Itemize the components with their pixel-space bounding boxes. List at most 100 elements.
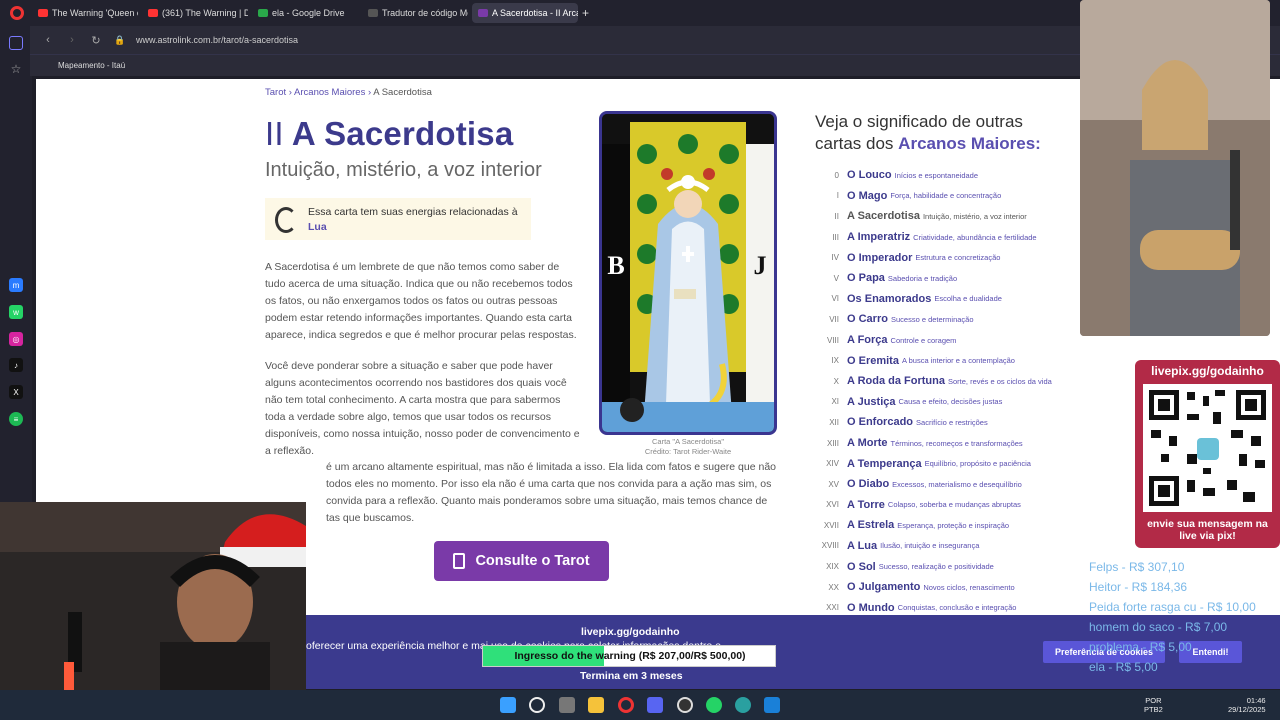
arcana-number: IV (831, 253, 839, 263)
energy-link[interactable]: Lua (308, 221, 327, 233)
page-title: II A Sacerdotisa (265, 115, 513, 153)
arcana-name: O Mundo (847, 601, 895, 614)
arcana-name: O Carro (847, 313, 888, 326)
browser-tab[interactable]: Tradutor de código Morse (362, 3, 468, 23)
app-icon[interactable] (764, 697, 780, 713)
arcana-number: X (833, 376, 839, 386)
arcana-name: A Torre (847, 498, 885, 511)
arcana-description: Força, habilidade e concentração (890, 191, 1002, 201)
url-field[interactable]: www.astrolink.com.br/tarot/a-sacerdotisa (136, 35, 298, 45)
windows-start-icon[interactable] (500, 697, 516, 713)
taskbar (0, 690, 1280, 720)
arcana-item[interactable]: XVI A Torre Colapso, soberba e mudanças ab… (815, 495, 1075, 516)
arcana-item[interactable]: II A Sacerdotisa Intuição, mistério, a voz… (815, 206, 1075, 227)
tab-label: A Sacerdotisa - II Arcano (492, 8, 578, 18)
arcana-item[interactable]: 0 O Louco Inícios e espontaneidade (815, 165, 1075, 186)
arcana-item[interactable]: XVII A Estrela Esperança, proteção e inspi… (815, 515, 1075, 536)
arcana-item[interactable]: XIV A Temperança Equilíbrio, propósito e p… (815, 453, 1075, 474)
donation-list: Felps - R$ 307,10 Heitor - R$ 184,36 Peida… (1089, 557, 1256, 677)
arcana-item[interactable]: V O Papa Sabedoria e tradição (815, 268, 1075, 289)
arcana-name: O Eremita (847, 354, 899, 367)
opera-taskbar-icon[interactable] (618, 697, 634, 713)
webcam-guitarist (1080, 0, 1270, 336)
arcana-item[interactable]: XIII A Morte Términos, recomeços e transfo… (815, 433, 1075, 454)
arcana-item[interactable]: VIII A Força Controle e coragem (815, 330, 1075, 351)
reload-icon[interactable]: ↻ (90, 34, 102, 47)
arcana-name: A Sacerdotisa (847, 210, 920, 223)
arcana-description: Estrutura e concretização (915, 253, 1001, 263)
obs-icon[interactable] (677, 697, 693, 713)
donation-entry: Heitor - R$ 184,36 (1089, 580, 1188, 594)
consult-tarot-button[interactable]: Consulte o Tarot (434, 541, 609, 581)
task-view-icon[interactable] (559, 697, 575, 713)
arcana-name: O Sol (847, 560, 876, 573)
whatsapp-icon[interactable]: w (9, 305, 23, 319)
arcana-item[interactable]: IX O Eremita A busca interior e a contempl… (815, 350, 1075, 371)
arcana-description: Novos ciclos, renascimento (923, 582, 1015, 592)
arcana-name: O Diabo (847, 478, 890, 491)
arcana-list: 0 O Louco Inícios e espontaneidade I O Mago F… (815, 165, 1075, 618)
back-icon[interactable]: ‹ (42, 34, 54, 46)
opera-logo-icon[interactable] (10, 6, 24, 20)
tiktok-icon[interactable]: ♪ (9, 358, 23, 372)
arcana-item[interactable]: XII O Enforcado Sacrifício e restrições (815, 412, 1075, 433)
instagram-icon[interactable]: ◎ (9, 332, 23, 346)
arcana-description: Conquistas, conclusão e integração (897, 603, 1017, 613)
arcana-item[interactable]: XI A Justiça Causa e efeito, decisões just… (815, 392, 1075, 413)
browser-tab[interactable]: (361) The Warning | D (142, 3, 248, 23)
tab-label: (361) The Warning | D (162, 8, 248, 18)
tab-favicon-icon (38, 9, 48, 17)
browser-tab[interactable]: A Sacerdotisa - II Arcano (472, 3, 578, 23)
clock[interactable]: 01:46 29/12/2025 (1228, 696, 1266, 714)
arcana-item[interactable]: XX O Julgamento Novos ciclos, renascimento (815, 577, 1075, 598)
arcanos-maiores-link[interactable]: Arcanos Maiores: (898, 134, 1041, 153)
browser-tab[interactable]: The Warning 'Queen of th (32, 3, 138, 23)
home-icon[interactable] (9, 36, 23, 50)
bookmark-itau[interactable]: Mapeamento - Itaú (58, 61, 125, 70)
card-numeral: II (265, 115, 284, 152)
arcana-description: Ilusão, intuição e insegurança (880, 541, 980, 551)
star-icon[interactable]: ☆ (9, 62, 23, 76)
arcana-number: XVIII (821, 541, 839, 551)
discord-icon[interactable] (647, 697, 663, 713)
file-explorer-icon[interactable] (588, 697, 604, 713)
donation-entry: Felps - R$ 307,10 (1089, 560, 1185, 574)
browser-tab[interactable]: ela - Google Drive (252, 3, 358, 23)
breadcrumb-tarot[interactable]: Tarot (265, 87, 286, 98)
card-icon (453, 553, 466, 569)
arcana-item[interactable]: VI Os Enamorados Escolha e dualidade (815, 289, 1075, 310)
arcana-item[interactable]: IV O Imperador Estrutura e concretização (815, 247, 1075, 268)
search-icon[interactable] (529, 697, 545, 713)
donation-entry: problema - R$ 5,00 (1089, 640, 1192, 654)
arcana-number: XIV (826, 459, 839, 469)
arcana-item[interactable]: X A Roda da Fortuna Sorte, revés e os cicl… (815, 371, 1075, 392)
livepix-qr-panel: livepix.gg/godainho envie sua mensagem n… (1135, 360, 1280, 548)
messenger-icon[interactable]: m (9, 278, 23, 292)
arcana-item[interactable]: XVIII A Lua Ilusão, intuição e insegurança (815, 536, 1075, 557)
other-cards-heading: Veja o significado de outras cartas dos … (815, 112, 1041, 153)
goal-text: Ingresso do the warning (R$ 207,00/R$ 50… (514, 650, 746, 662)
arcana-description: Términos, recomeços e transformações (890, 438, 1023, 448)
arcana-item[interactable]: XIX O Sol Sucesso, realização e positivida… (815, 556, 1075, 577)
arcana-name: O Julgamento (847, 581, 921, 594)
arcana-number: XVI (826, 500, 839, 510)
spotify-icon[interactable]: ≡ (9, 412, 23, 426)
arcana-number: I (836, 191, 839, 201)
new-tab-button[interactable]: + (582, 6, 589, 20)
browser-globe-icon[interactable] (735, 697, 751, 713)
arcana-name: A Estrela (847, 519, 895, 532)
arcana-item[interactable]: I O Mago Força, habilidade e concentração (815, 186, 1075, 207)
arcana-item[interactable]: XV O Diabo Excessos, materialismo e desequ… (815, 474, 1075, 495)
arcana-item[interactable]: III A Imperatriz Criatividade, abundância … (815, 227, 1075, 248)
tarot-card-image: B J (599, 111, 777, 435)
whatsapp-taskbar-icon[interactable] (706, 697, 722, 713)
qr-code (1143, 384, 1272, 512)
arcana-number: V (833, 273, 839, 283)
webcam-streamer (0, 502, 306, 690)
pillar-j-label: J (754, 251, 767, 280)
language-indicator[interactable]: POR PTB2 (1144, 696, 1163, 714)
forward-icon[interactable]: › (66, 34, 78, 46)
breadcrumb-arcanos[interactable]: Arcanos Maiores (294, 87, 365, 98)
arcana-item[interactable]: VII O Carro Sucesso e determinação (815, 309, 1075, 330)
x-icon[interactable]: X (9, 385, 23, 399)
